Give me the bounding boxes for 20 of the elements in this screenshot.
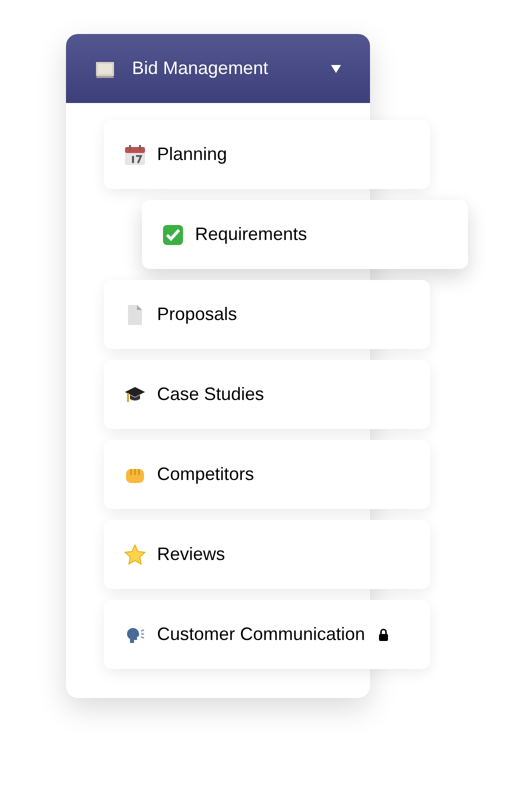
star-icon [124, 544, 146, 566]
item-label: Reviews [157, 543, 226, 566]
menu-header[interactable]: Bid Management [66, 34, 370, 103]
menu-item[interactable]: Requirements [142, 200, 468, 269]
item-label: Proposals [157, 303, 238, 326]
caret-icon [330, 64, 342, 74]
item-label: Customer Communication [157, 623, 366, 646]
item-label: Competitors [157, 463, 254, 486]
item-label: Requirements [195, 223, 308, 246]
menu-item[interactable]: Case Studies [104, 360, 430, 429]
menu-item[interactable]: Customer Communication [104, 600, 430, 669]
item-label: Case Studies [157, 383, 264, 406]
checkmark-icon [162, 224, 184, 246]
item-label: Planning [157, 143, 228, 166]
menu-item[interactable]: Proposals [104, 280, 430, 349]
menu-item[interactable]: Reviews [104, 520, 430, 589]
menu-item[interactable]: Competitors [104, 440, 430, 509]
menu-item[interactable]: Planning [104, 120, 430, 189]
menu-title: Bid Management [132, 57, 268, 80]
calendar-icon [124, 144, 146, 166]
